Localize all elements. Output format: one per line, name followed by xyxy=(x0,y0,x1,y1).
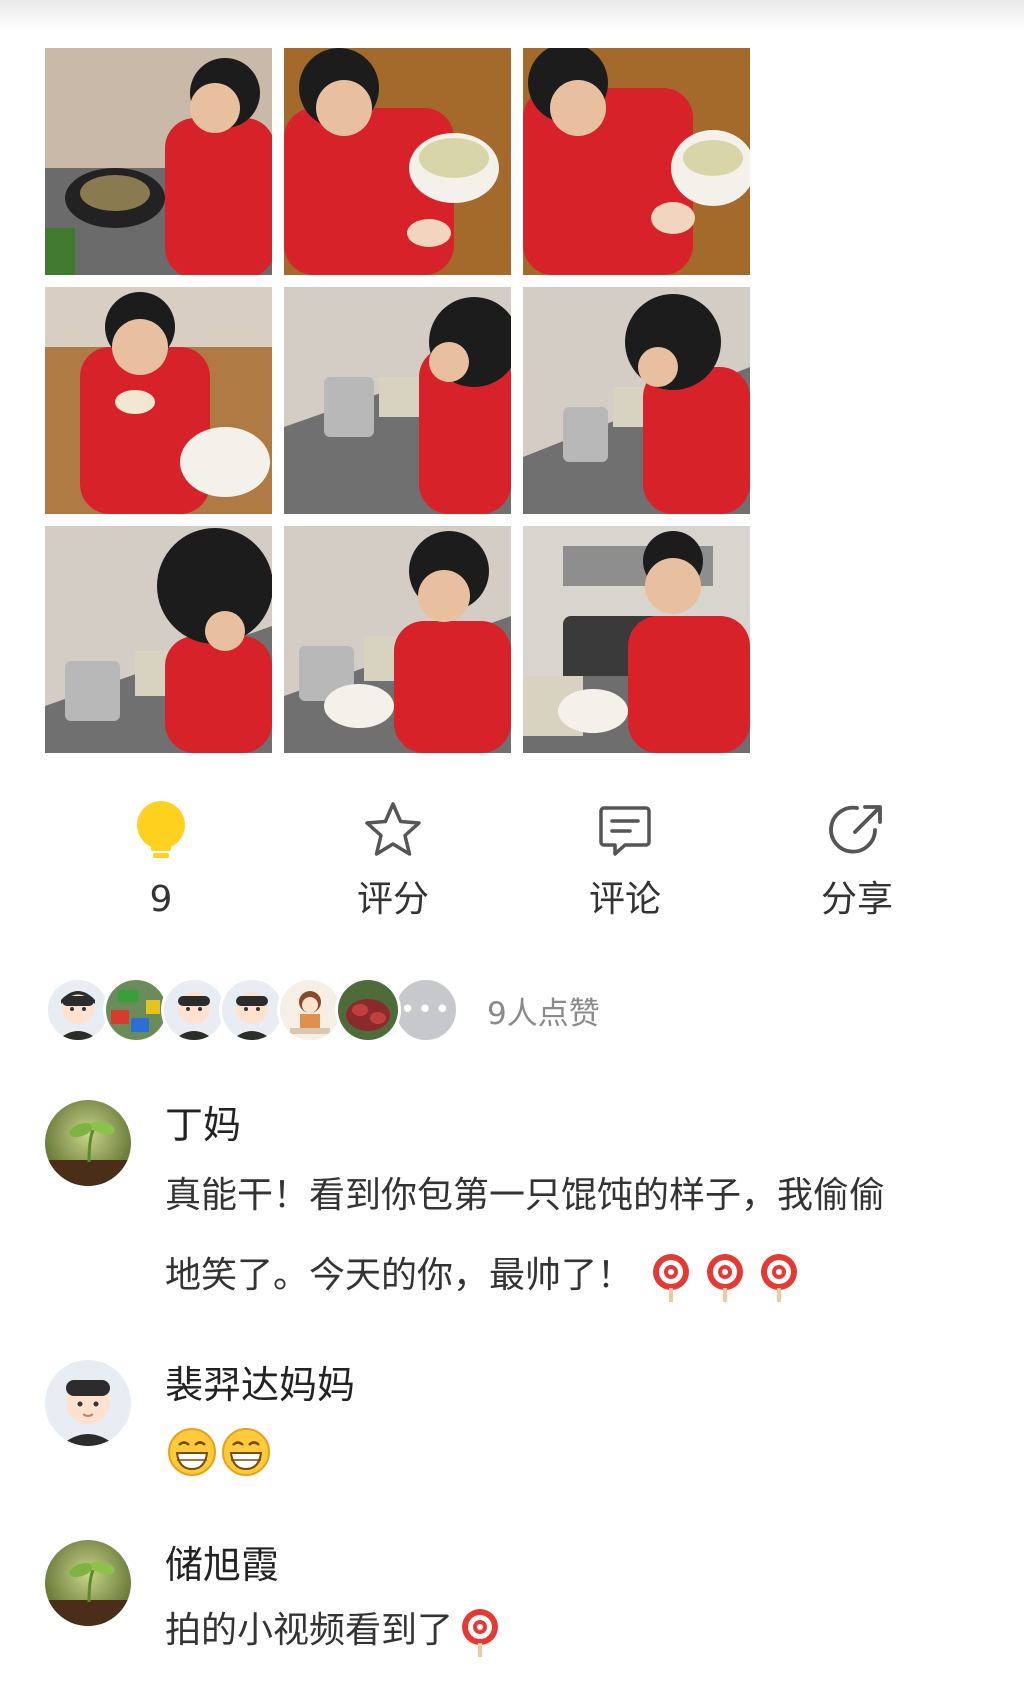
comment-text-line: 地笑了。今天的你，最帅了！ xyxy=(165,1236,1005,1316)
comment-text-line: 真能干！看到你包第一只馄饨的样子，我偷偷 xyxy=(165,1175,886,1216)
lightbulb-icon xyxy=(137,801,185,858)
action-bar: 9 评分 评论 分享 xyxy=(0,800,1024,940)
photo-2[interactable] xyxy=(284,48,511,275)
rate-label: 评分 xyxy=(356,879,429,920)
lollipop-icon xyxy=(700,1252,750,1302)
avatar[interactable] xyxy=(219,977,285,1043)
likes-row: ••• 9人点赞 xyxy=(45,975,600,1045)
photo-6[interactable] xyxy=(523,287,750,514)
photo-3[interactable] xyxy=(523,48,750,275)
photo-8[interactable] xyxy=(284,526,511,753)
comment-icon xyxy=(599,806,651,856)
comment-button[interactable]: 评论 xyxy=(545,800,705,940)
photo-grid xyxy=(45,48,750,753)
avatar[interactable] xyxy=(103,977,169,1043)
comment-author[interactable]: 丁妈 xyxy=(165,1100,1005,1156)
lollipop-icon xyxy=(754,1252,804,1302)
liker-avatars: ••• xyxy=(45,977,459,1043)
lollipop-icon xyxy=(646,1252,696,1302)
photo-5[interactable] xyxy=(284,287,511,514)
grin-icon xyxy=(221,1427,271,1477)
avatar[interactable] xyxy=(45,1540,131,1626)
lollipop-icon xyxy=(455,1607,505,1657)
avatar[interactable] xyxy=(335,977,401,1043)
photo-4[interactable] xyxy=(45,287,272,514)
share-icon xyxy=(829,805,882,854)
likes-summary: 9人点赞 xyxy=(487,995,600,1032)
avatar[interactable] xyxy=(277,977,343,1043)
top-divider xyxy=(0,0,1024,30)
photo-7[interactable] xyxy=(45,526,272,753)
comment-text xyxy=(165,1416,1005,1486)
rate-button[interactable]: 评分 xyxy=(313,800,473,940)
comment-text: 真能干！看到你包第一只馄饨的样子，我偷偷 地笑了。今天的你，最帅了！ xyxy=(165,1156,1005,1316)
comment-label: 评论 xyxy=(588,879,661,920)
photo-1[interactable] xyxy=(45,48,272,275)
avatar[interactable] xyxy=(45,1100,131,1186)
comment-text: 拍的小视频看到了 xyxy=(165,1596,1005,1666)
share-button[interactable]: 分享 xyxy=(777,800,937,940)
comment-text-segment: 拍的小视频看到了 xyxy=(165,1610,454,1651)
like-button[interactable]: 9 xyxy=(81,800,241,940)
avatar[interactable] xyxy=(45,1360,131,1446)
comment-author[interactable]: 裴羿达妈妈 xyxy=(165,1360,1005,1416)
comment-text-segment: 地笑了。今天的你，最帅了！ xyxy=(165,1255,634,1296)
share-label: 分享 xyxy=(820,879,893,920)
avatar[interactable] xyxy=(45,977,111,1043)
photo-9[interactable] xyxy=(523,526,750,753)
like-count: 9 xyxy=(149,879,173,920)
comment-author[interactable]: 储旭霞 xyxy=(165,1540,1005,1596)
more-likers-button[interactable]: ••• xyxy=(393,977,459,1043)
star-icon xyxy=(365,802,421,856)
grin-icon xyxy=(167,1427,217,1477)
avatar[interactable] xyxy=(161,977,227,1043)
